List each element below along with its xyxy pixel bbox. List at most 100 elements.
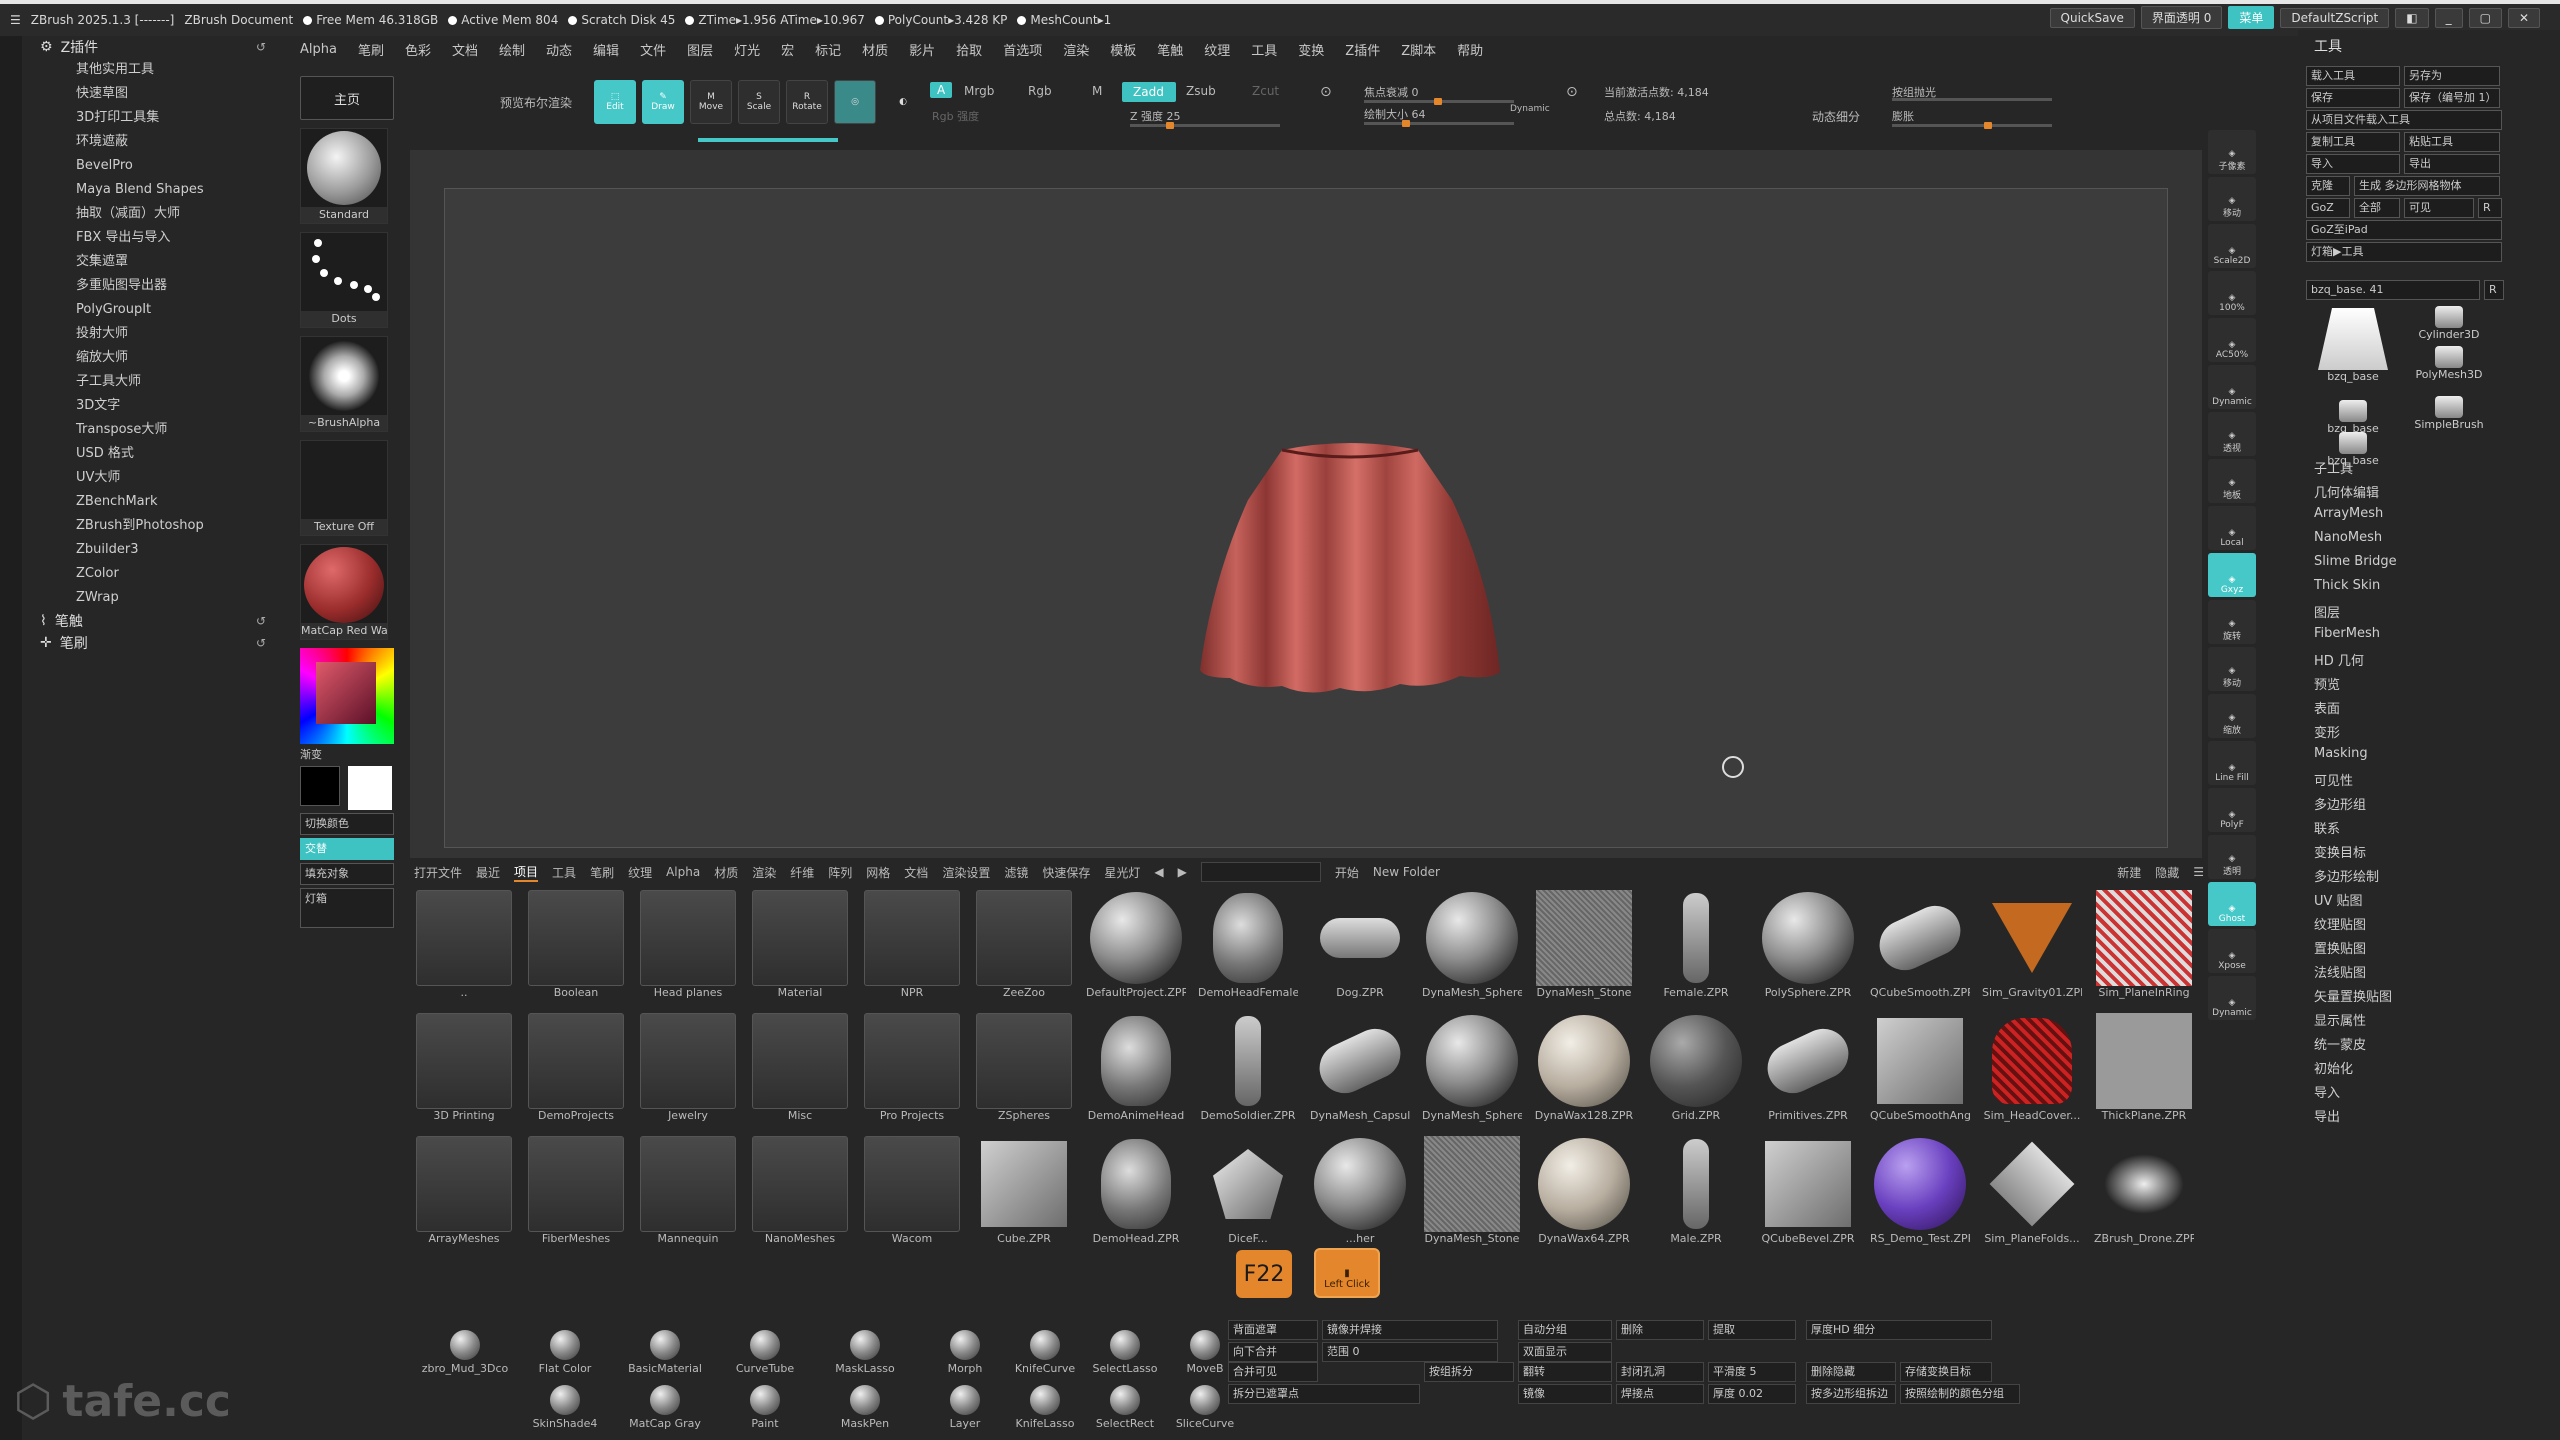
menu-item[interactable]: 渲染 [1063, 40, 1089, 59]
edit-button[interactable]: ⬚ Edit [594, 80, 636, 124]
prev-arrow-icon[interactable]: ◀ [1154, 865, 1163, 879]
right-shelf-button[interactable]: ◈ 移动 [2208, 647, 2256, 691]
project-item[interactable]: ThickPlane.ZPR [2094, 1013, 2194, 1133]
alternate-button[interactable]: 交替 [300, 838, 394, 860]
subtool-control-c2[interactable]: 镜像并焊接 [1322, 1320, 1498, 1340]
default-zscript-button[interactable]: DefaultZScript [2280, 7, 2390, 28]
focal-shift-slider[interactable]: 焦点衰减 0 [1364, 84, 1419, 100]
dynamic-subdiv-button[interactable]: 动态细分 [1812, 108, 1860, 125]
tool-palette-item[interactable]: 子工具 [2314, 458, 2353, 477]
right-shelf-button[interactable]: ◈ 移动 [2208, 177, 2256, 221]
lightbox-search-input[interactable] [1200, 862, 1321, 882]
brush-shelf-item[interactable]: Paint [720, 1385, 810, 1430]
subtool-control-c14[interactable]: 合并可见 [1228, 1362, 1318, 1382]
tool-palette-item[interactable]: 变形 [2314, 722, 2340, 741]
tool-action-button[interactable]: 粘贴工具 [2404, 132, 2500, 152]
lightbox-tab[interactable]: 渲染设置 [942, 864, 990, 881]
zplugin-item[interactable]: 投射大师 [30, 322, 280, 346]
right-shelf-button[interactable]: ◈ 透明 [2208, 835, 2256, 879]
project-item[interactable]: DynaMesh_Capsule [1310, 1013, 1410, 1133]
menu-item[interactable]: 文件 [640, 40, 666, 59]
subtool-control-c11[interactable]: 平滑度 5 [1708, 1362, 1796, 1382]
brush-shelf-item[interactable]: MaskLasso [820, 1330, 910, 1375]
zplugin-item[interactable]: Transpose大师 [30, 418, 280, 442]
inflate-slider[interactable]: 膨胀 [1892, 108, 1914, 124]
zplugin-item[interactable]: 交集遮罩 [30, 250, 280, 274]
right-shelf-button[interactable]: ◈ 子像素 [2208, 130, 2256, 174]
subtool-control-c5[interactable]: 提取 [1708, 1320, 1796, 1340]
subtool-control-c12[interactable]: 删除隐藏 [1806, 1362, 1896, 1382]
rgb-toggle[interactable]: Rgb [1028, 84, 1052, 98]
folder-item[interactable]: Material [750, 890, 850, 1010]
brush-header[interactable]: ✛ 笔刷 ↺ [30, 632, 280, 654]
reset-icon[interactable]: ↺ [256, 636, 266, 650]
folder-item[interactable]: Boolean [526, 890, 626, 1010]
menu-item[interactable]: 笔刷 [358, 40, 384, 59]
menu-item[interactable]: 帮助 [1457, 40, 1483, 59]
subtool-control-c10[interactable]: 封闭孔洞 [1616, 1362, 1704, 1382]
zplugin-item[interactable]: 3D文字 [30, 394, 280, 418]
zplugin-item[interactable]: USD 格式 [30, 442, 280, 466]
project-item[interactable]: Male.ZPR [1646, 1136, 1746, 1256]
m-toggle[interactable]: M [1092, 84, 1102, 98]
lightbox-tab[interactable]: 阵列 [828, 864, 852, 881]
tool-palette-item[interactable]: 法线贴图 [2314, 962, 2366, 981]
material-selector[interactable]: MatCap Red Wa [300, 544, 388, 640]
project-item[interactable]: Sim_PlaneFolds... [1982, 1136, 2082, 1256]
tool-palette-item[interactable]: 表面 [2314, 698, 2340, 717]
draw-size-track[interactable] [1364, 120, 1514, 127]
brush-selector[interactable]: Standard [300, 128, 388, 224]
zplugin-item[interactable]: ZColor [30, 562, 280, 586]
project-item[interactable]: ZBrush_Drone.ZPR [2094, 1136, 2194, 1256]
project-item[interactable]: Cube.ZPR [974, 1136, 1074, 1256]
brush-shelf-item[interactable]: KnifeCurve [1000, 1330, 1090, 1375]
minimize-icon[interactable]: _ [2434, 7, 2463, 28]
folder-item[interactable]: 3D Printing [414, 1013, 514, 1133]
subtool-control-c7[interactable]: 向下合并 [1228, 1342, 1318, 1362]
lightbox-tab[interactable]: 工具 [552, 864, 576, 881]
subtool-control-c22[interactable]: 焊接点 [1616, 1384, 1704, 1404]
brush-shelf-item[interactable]: Flat Color [520, 1330, 610, 1375]
group-polish-track[interactable] [1892, 98, 2052, 101]
tool-palette-item[interactable]: 多边形组 [2314, 794, 2366, 813]
rgb-intensity-slider[interactable]: Rgb 强度 [932, 108, 979, 124]
folder-item[interactable]: Wacom [862, 1136, 962, 1256]
zplugin-item[interactable]: 子工具大师 [30, 370, 280, 394]
zplugin-item[interactable]: 抽取（减面）大师 [30, 202, 280, 226]
mrgb-toggle[interactable]: Mrgb [964, 84, 994, 98]
tool-palette-item[interactable]: 统一蒙皮 [2314, 1034, 2366, 1053]
menu-item[interactable]: 影片 [909, 40, 935, 59]
tool-palette-item[interactable]: ArrayMesh [2314, 506, 2383, 521]
tool-palette-item[interactable]: 显示属性 [2314, 1010, 2366, 1029]
switch-color-button[interactable]: 切换颜色 [300, 813, 394, 835]
project-item[interactable]: Grid.ZPR [1646, 1013, 1746, 1133]
zplugin-item[interactable]: Maya Blend Shapes [30, 178, 280, 202]
zplugin-item[interactable]: Zbuilder3 [30, 538, 280, 562]
zplugin-item[interactable]: ZBenchMark [30, 490, 280, 514]
tool-action-button[interactable]: 保存（编号加 1） [2404, 88, 2500, 108]
brush-shelf-item[interactable]: SelectLasso [1080, 1330, 1170, 1375]
dynamic-toggle[interactable]: Dynamic [1510, 104, 1550, 114]
zplugin-item[interactable]: 快速草图 [30, 82, 280, 106]
right-shelf-button[interactable]: ◈ 透视 [2208, 412, 2256, 456]
move-button[interactable]: M Move [690, 80, 732, 124]
project-item[interactable]: QCubeBevel.ZPR [1758, 1136, 1858, 1256]
tool-palette-item[interactable]: UV 贴图 [2314, 890, 2363, 909]
z-intensity-track[interactable] [1130, 122, 1280, 129]
folder-item[interactable]: NPR [862, 890, 962, 1010]
lightbox-tab[interactable]: 网格 [866, 864, 890, 881]
lightbox-tab[interactable]: 滤镜 [1004, 864, 1028, 881]
close-icon[interactable]: ✕ [2507, 7, 2540, 28]
stroke-header[interactable]: ⌇ 笔触 ↺ [30, 610, 280, 632]
tool-palette-item[interactable]: HD 几何 [2314, 650, 2364, 669]
project-item[interactable]: QCubeSmooth.ZPR [1870, 890, 1970, 1010]
tool-action-button[interactable]: 克隆 [2306, 176, 2350, 196]
lightbox-tab[interactable]: 纹理 [628, 864, 652, 881]
brush-shelf-item[interactable]: MatCap Gray [620, 1385, 710, 1430]
project-item[interactable]: Female.ZPR [1646, 890, 1746, 1010]
brush-shelf-item[interactable]: BasicMaterial [620, 1330, 710, 1375]
menu-item[interactable]: 笔触 [1157, 40, 1183, 59]
right-shelf-button[interactable]: ◈ Line Fill [2208, 741, 2256, 785]
right-shelf-button[interactable]: ◈ AC50% [2208, 318, 2256, 362]
menu-item[interactable]: 变换 [1298, 40, 1324, 59]
